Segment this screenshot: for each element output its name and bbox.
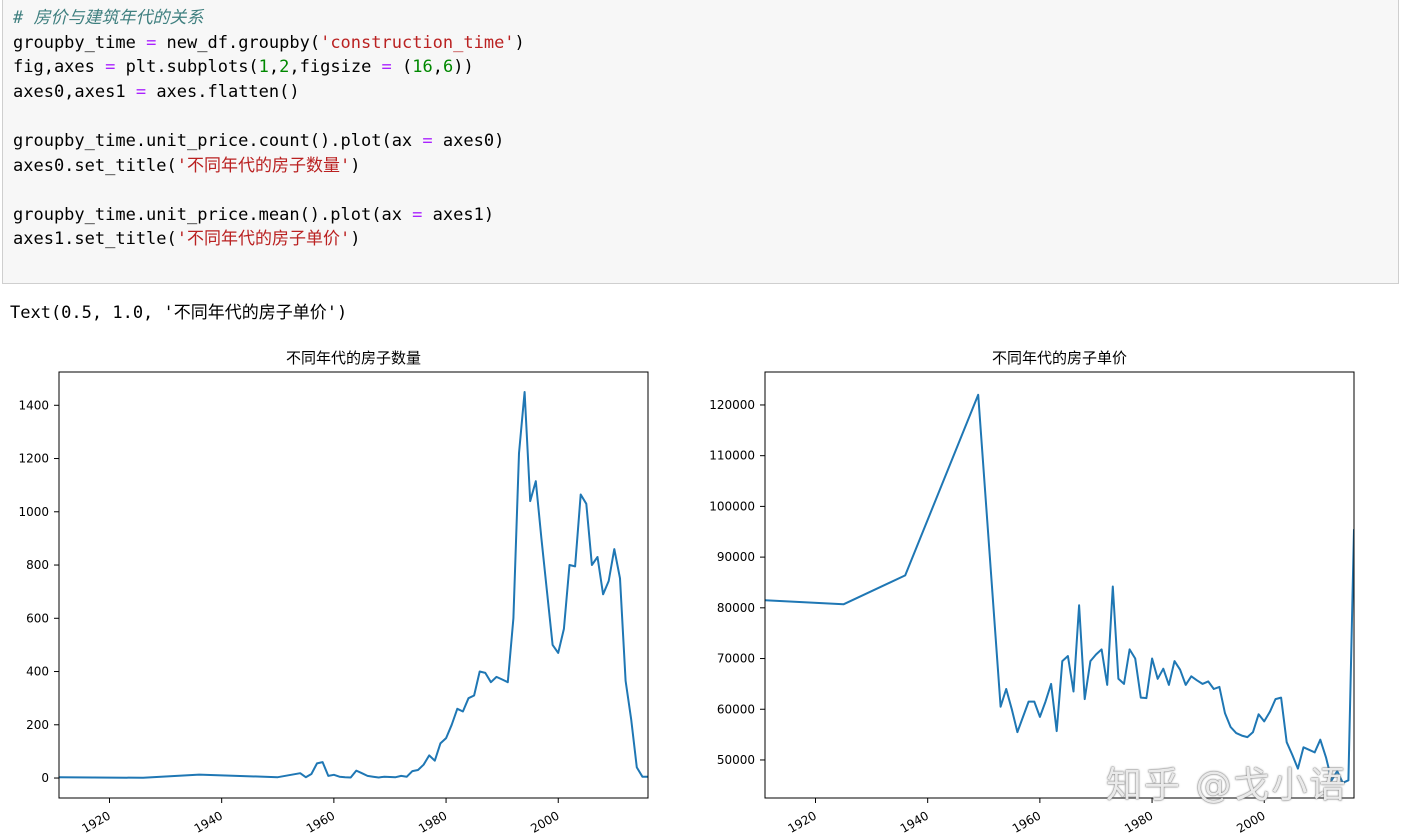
code-token: axes1) [422,204,495,225]
code-token: groupby_time.unit_price.count().plot(ax [13,130,423,151]
x-tick-label: 1960 [304,808,337,835]
code-line: groupby_time.unit_price.count().plot(ax … [13,129,525,154]
cell-output-text: Text(0.5, 1.0, '不同年代的房子单价') [10,303,348,323]
code-token: new_df.groupby( [156,32,321,53]
series-line [765,393,1354,784]
code-token: 1 [258,57,269,78]
y-tick-label: 50000 [717,753,755,767]
x-tick-label: 1920 [80,808,113,835]
y-tick-label: 100000 [709,499,755,513]
code-token: # 房价与建筑年代的关系 [13,8,204,28]
y-tick-label: 120000 [709,398,755,412]
code-token: axes0,axes1 [13,81,136,102]
code-token: = [135,81,147,102]
code-token: 16 [412,57,433,78]
code-token: fig,axes [13,57,106,78]
code-token: = [381,57,392,78]
code-token: axes0.set_title( [13,155,177,176]
code-line: groupby_time = new_df.groupby('construct… [13,31,525,56]
code-token: '不同年代的房子单价' [176,229,351,250]
y-tick-label: 400 [26,665,49,679]
code-token: axes.flatten() [146,81,300,102]
chart-1: 不同年代的房子数量 0 200 400 600 800 1000 1200 1400 1920 19… [18,349,649,836]
code-token: = [412,204,423,225]
code-editor[interactable]: # 房价与建筑年代的关系 groupby_time = new_df.groupb… [13,6,525,252]
axes-frame [58,371,649,799]
code-token: ) [514,32,525,53]
y-tick-label: 110000 [709,449,755,463]
code-token: ) [350,155,361,176]
code-token: groupby_time [13,32,147,53]
code-token: 6 [443,57,454,78]
code-token: ( [391,57,413,78]
x-tick-label: 1980 [1122,808,1155,835]
code-token: = [422,130,433,151]
code-line: axes1.set_title('不同年代的房子单价') [13,227,525,252]
code-token: axes1.set_title( [13,229,177,250]
x-tick-label: 1920 [786,808,819,835]
y-tick-label: 60000 [717,702,755,716]
code-line: # 房价与建筑年代的关系 [13,6,525,31]
y-tick-label: 1200 [18,452,49,466]
code-line: axes0.set_title('不同年代的房子数量') [13,154,525,179]
chart-title: 不同年代的房子单价 [992,349,1127,367]
x-tick-label: 1980 [416,808,449,835]
code-token: )) [453,57,474,78]
code-token: axes0) [432,130,505,151]
code-line: fig,axes = plt.subplots(1,2,figsize = (1… [13,55,525,80]
x-tick-label: 1940 [898,808,931,835]
code-token: ,figsize [289,57,382,78]
code-token: groupby_time.unit_price.mean().plot(ax [13,204,413,225]
y-tick-label: 1000 [18,505,49,519]
code-token: = [105,57,116,78]
x-tick-label: 1960 [1010,808,1043,835]
y-tick-label: 1400 [18,398,49,412]
y-tick-label: 0 [41,771,49,785]
code-token: = [146,32,157,53]
chart-title: 不同年代的房子数量 [286,349,421,367]
x-tick-label: 1940 [192,808,225,835]
code-token: 'construction_time' [320,32,515,53]
code-token: , [432,57,444,78]
code-token: , [268,57,280,78]
y-tick-label: 200 [26,718,49,732]
y-tick-label: 600 [26,611,49,625]
series-line [59,391,648,779]
x-tick-label: 2000 [1234,808,1267,835]
code-token: plt.subplots( [115,57,259,78]
code-token: '不同年代的房子数量' [176,155,351,176]
y-tick-label: 90000 [717,550,755,564]
code-token: ) [350,229,361,250]
code-line: axes0,axes1 = axes.flatten() [13,80,525,105]
code-cell[interactable]: # 房价与建筑年代的关系 groupby_time = new_df.groupb… [2,0,1399,284]
watermark: 知乎 @戈小语 [1106,765,1348,806]
code-token: 2 [279,57,290,78]
x-tick-label: 2000 [528,808,561,835]
y-tick-label: 80000 [717,601,755,615]
axes-frame [764,371,1355,799]
y-tick-label: 800 [26,558,49,572]
y-tick-label: 70000 [717,652,755,666]
code-line: groupby_time.unit_price.mean().plot(ax =… [13,203,525,228]
